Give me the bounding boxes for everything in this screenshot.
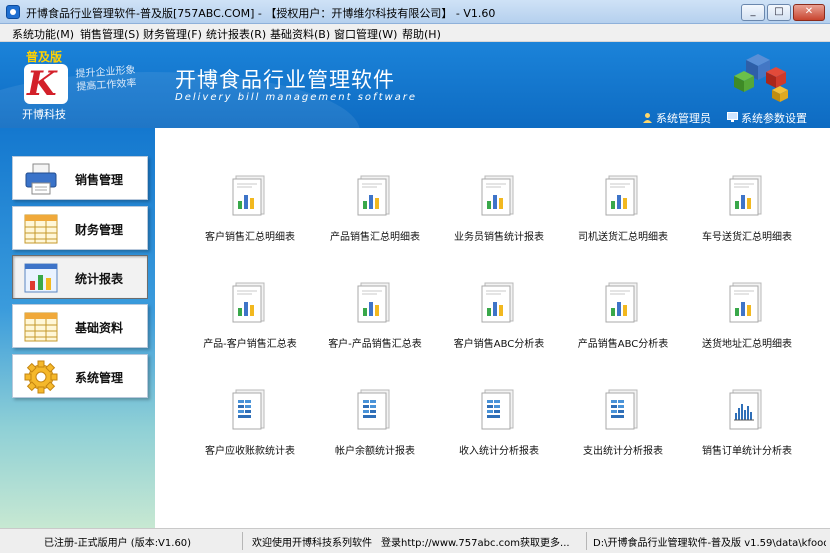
sidebar-item-finance[interactable]: 财务管理	[12, 206, 148, 250]
report-customer-abc-analysis[interactable]: 客户销售ABC分析表	[434, 281, 564, 371]
report-product-abc-analysis[interactable]: 产品销售ABC分析表	[558, 281, 688, 371]
bar-report-icon	[481, 282, 514, 323]
report-label: 客户销售汇总明细表	[205, 232, 295, 243]
spreadsheet-icon	[24, 214, 58, 244]
slogan-line-2: 提高工作效率	[76, 77, 137, 94]
report-salesperson-stats[interactable]: 业务员销售统计报表	[434, 174, 564, 264]
bar-report-icon	[729, 175, 762, 216]
report-product-sales-summary[interactable]: 产品销售汇总明细表	[310, 174, 440, 264]
sidebar-item-system[interactable]: 系统管理	[12, 354, 148, 398]
close-button[interactable]: ✕	[793, 4, 825, 21]
cubes-graphic-icon	[734, 54, 788, 102]
bar-report-icon	[232, 175, 265, 216]
report-driver-delivery-summary[interactable]: 司机送货汇总明细表	[558, 174, 688, 264]
blue-chart-report-icon	[729, 389, 762, 430]
sidebar-item-label: 销售管理	[75, 173, 124, 187]
report-label: 车号送货汇总明细表	[702, 232, 792, 243]
report-panel: 客户销售汇总明细表 产品销售汇总明细表 业务员销售统计报表 司机送货汇总明细表 …	[155, 128, 830, 528]
system-admin-label: 系统管理员	[656, 112, 711, 125]
report-label: 送货地址汇总明细表	[702, 339, 792, 350]
edition-label: 普及版	[26, 50, 63, 64]
report-receivables-stats[interactable]: 客户应收账款统计表	[185, 388, 315, 478]
sidebar-item-basic-data[interactable]: 基础资料	[12, 304, 148, 348]
sidebar-item-label: 统计报表	[75, 272, 124, 286]
status-bar: 已注册-正式版用户 (版本:V1.60) 欢迎使用开博科技系列软件 登录http…	[0, 528, 830, 553]
bar-report-icon	[232, 282, 265, 323]
menu-basic-data[interactable]: 基础资料(B)	[270, 26, 330, 42]
header-banner: 普及版 K 开博科技 提升企业形象 提高工作效率 开博食品行业管理软件 Deli…	[0, 42, 830, 128]
monitor-icon	[727, 112, 738, 122]
menu-system-functions[interactable]: 系统功能(M)	[12, 26, 74, 42]
sidebar-item-reports[interactable]: 统计报表	[12, 255, 148, 299]
product-title: 开博食品行业管理软件	[175, 68, 395, 92]
spreadsheet-icon	[24, 312, 58, 342]
sidebar-item-label: 系统管理	[75, 371, 124, 385]
printer-icon	[25, 163, 57, 195]
maximize-button[interactable]: □	[767, 4, 791, 21]
report-label: 产品销售ABC分析表	[577, 339, 669, 350]
bar-report-icon	[357, 175, 390, 216]
bar-report-icon	[605, 282, 638, 323]
menu-window[interactable]: 窗口管理(W)	[334, 26, 397, 42]
report-delivery-address-summary[interactable]: 送货地址汇总明细表	[682, 281, 812, 371]
report-label: 产品销售汇总明细表	[330, 232, 420, 243]
sidebar: 销售管理 财务管理 统计报表 基础资料 系统管理	[0, 128, 155, 528]
report-account-balance-stats[interactable]: 帐户余额统计报表	[310, 388, 440, 478]
logo-letter: K	[27, 64, 57, 104]
database-path-status: D:\开博食品行业管理软件-普及版 v1.59\data\kfood.mdb	[593, 538, 826, 549]
product-subtitle: Delivery bill management software	[175, 92, 418, 103]
report-vehicle-delivery-summary[interactable]: 车号送货汇总明细表	[682, 174, 812, 264]
menu-sales[interactable]: 销售管理(S)	[80, 26, 140, 42]
user-icon	[643, 113, 652, 123]
blue-report-icon	[481, 389, 514, 430]
bar-report-icon	[729, 282, 762, 323]
report-sales-order-analysis[interactable]: 销售订单统计分析表	[682, 388, 812, 478]
bar-report-icon	[481, 175, 514, 216]
report-label: 收入统计分析报表	[459, 446, 539, 457]
report-customer-sales-summary[interactable]: 客户销售汇总明细表	[185, 174, 315, 264]
sidebar-item-label: 基础资料	[75, 321, 124, 335]
system-admin-link[interactable]: 系统管理员	[642, 110, 711, 126]
blue-report-icon	[605, 389, 638, 430]
blue-report-icon	[232, 389, 265, 430]
status-separator	[586, 532, 587, 550]
bar-report-icon	[357, 282, 390, 323]
window-title: 开博食品行业管理软件-普及版[757ABC.COM] - 【授权用户：开博维尔科…	[26, 7, 496, 20]
company-name: 开博科技	[22, 108, 66, 121]
report-label: 支出统计分析报表	[583, 446, 663, 457]
minimize-button[interactable]: _	[741, 4, 765, 21]
registration-status: 已注册-正式版用户 (版本:V1.60)	[44, 538, 192, 549]
app-icon[interactable]	[6, 5, 20, 19]
report-label: 客户-产品销售汇总表	[328, 339, 422, 350]
report-expense-analysis[interactable]: 支出统计分析报表	[558, 388, 688, 478]
menu-reports[interactable]: 统计报表(R)	[206, 26, 266, 42]
company-logo: K	[24, 64, 68, 104]
report-label: 销售订单统计分析表	[702, 446, 792, 457]
welcome-status: 欢迎使用开博科技系列软件	[252, 538, 372, 549]
status-separator	[242, 532, 243, 550]
system-settings-link[interactable]: 系统参数设置	[727, 110, 807, 126]
report-label: 客户销售ABC分析表	[453, 339, 545, 350]
system-settings-label: 系统参数设置	[741, 112, 807, 125]
blue-report-icon	[357, 389, 390, 430]
title-bar: 开博食品行业管理软件-普及版[757ABC.COM] - 【授权用户：开博维尔科…	[0, 0, 830, 24]
report-label: 产品-客户销售汇总表	[203, 339, 297, 350]
report-label: 客户应收账款统计表	[205, 446, 295, 457]
menu-finance[interactable]: 财务管理(F)	[143, 26, 202, 42]
bar-chart-icon	[24, 263, 58, 293]
menu-help[interactable]: 帮助(H)	[402, 26, 441, 42]
menu-bar: 系统功能(M) 销售管理(S) 财务管理(F) 统计报表(R) 基础资料(B) …	[0, 24, 830, 42]
sidebar-item-sales[interactable]: 销售管理	[12, 156, 148, 200]
gear-icon	[24, 360, 58, 394]
sidebar-item-label: 财务管理	[75, 223, 124, 237]
report-label: 司机送货汇总明细表	[578, 232, 668, 243]
slogan: 提升企业形象 提高工作效率	[75, 64, 137, 94]
report-label: 业务员销售统计报表	[454, 232, 544, 243]
login-status: 登录http://www.757abc.com获取更多...	[381, 538, 570, 549]
report-income-analysis[interactable]: 收入统计分析报表	[434, 388, 564, 478]
bar-report-icon	[605, 175, 638, 216]
report-label: 帐户余额统计报表	[335, 446, 415, 457]
report-product-customer-summary[interactable]: 产品-客户销售汇总表	[185, 281, 315, 371]
report-customer-product-summary[interactable]: 客户-产品销售汇总表	[310, 281, 440, 371]
